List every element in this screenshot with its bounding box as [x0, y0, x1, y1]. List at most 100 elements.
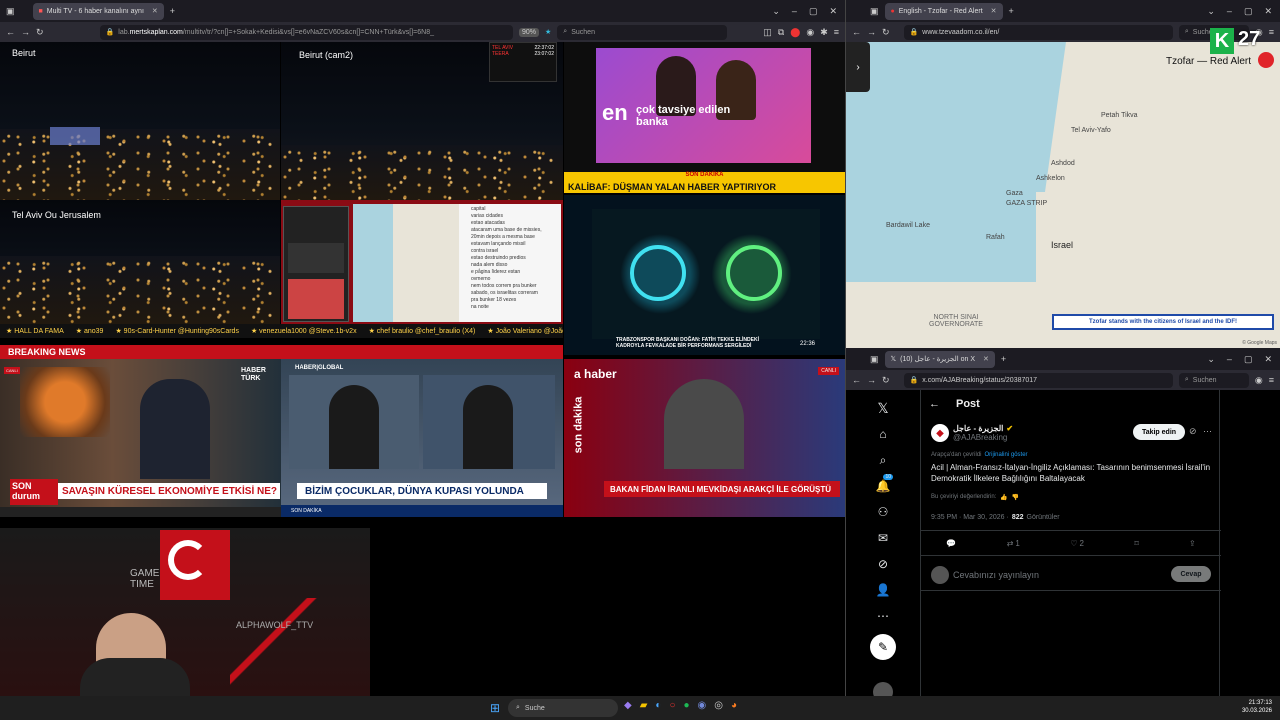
like-action[interactable]: ♡ 2 [1070, 539, 1084, 548]
account-name[interactable]: الجزيرة - عاجل [953, 424, 1003, 433]
thumbs-down-icon[interactable]: 👎 [1012, 494, 1019, 501]
new-tab-icon[interactable]: + [170, 6, 175, 16]
close-tab-icon[interactable]: ✕ [152, 7, 158, 15]
minimize-icon[interactable]: – [792, 6, 797, 17]
account-icon[interactable]: ◉ [1255, 375, 1263, 386]
sidebar-toggle-icon[interactable]: › [846, 42, 870, 92]
close-tab-icon[interactable]: ✕ [991, 7, 997, 15]
tile-tel-aviv[interactable]: Tel Aviv Ou Jerusalem [0, 200, 280, 324]
zoom-badge[interactable]: 90% [519, 27, 540, 37]
compose-post-icon[interactable]: ✎ [870, 634, 896, 660]
menu-icon[interactable]: ≡ [1269, 27, 1274, 37]
tab-overflow-icon[interactable]: ⌄ [1207, 354, 1215, 365]
taskbar-search[interactable]: ⌕ Suche [508, 699, 618, 717]
reply-button[interactable]: Cevap [1171, 566, 1211, 582]
live-badge: CANLI [4, 367, 20, 374]
back-icon[interactable]: ← [852, 375, 861, 385]
puzzle-icon[interactable]: ✱ [820, 27, 828, 38]
tile-stream-chat[interactable]: capital varias cidades estao atacadas ataca… [281, 200, 563, 324]
tab-x[interactable]: 𝕏 (10) الجزيرة - عاجل on X ✕ [884, 350, 995, 368]
reload-icon[interactable]: ↻ [882, 27, 890, 38]
tile-ahaber[interactable]: a haber son dakika CANLI BAKAN FİDAN İRA… [564, 359, 845, 517]
share-icon[interactable]: ⇪ [1189, 539, 1196, 548]
tab-overflow-icon[interactable]: ⌄ [1207, 6, 1215, 17]
search-box[interactable]: ⌕ Suchen [557, 24, 728, 40]
pocket-icon[interactable]: ◫ [763, 27, 772, 38]
address-bar[interactable]: 🔒 x.com/AJABreaking/status/20387017 [903, 372, 1173, 388]
forward-icon[interactable]: → [867, 27, 876, 37]
follow-icon[interactable]: ⚇ [873, 504, 893, 520]
address-bar[interactable]: 🔒 www.tzevaadom.co.il/en/ [903, 24, 1173, 40]
grok-icon[interactable]: ⊘ [873, 556, 893, 572]
new-tab-icon[interactable]: + [1001, 354, 1006, 364]
reload-icon[interactable]: ↻ [882, 375, 890, 386]
back-icon[interactable]: ← [6, 27, 15, 37]
maximize-icon[interactable]: ▢ [1244, 354, 1253, 365]
close-window-icon[interactable]: ✕ [1264, 6, 1272, 17]
new-tab-icon[interactable]: + [1009, 6, 1014, 16]
discord-icon[interactable]: ◉ [698, 700, 707, 711]
post-timestamp[interactable]: 9:35 PM · Mar 30, 2026 · [931, 514, 1009, 521]
account-avatar[interactable]: ◆ [931, 424, 949, 442]
account-handle[interactable]: @AJABreaking [953, 433, 1013, 442]
spotify-icon[interactable]: ● [684, 700, 690, 711]
reload-icon[interactable]: ↻ [36, 27, 44, 38]
profile-icon[interactable]: 👤 [873, 582, 893, 598]
close-tab-icon[interactable]: ✕ [983, 355, 989, 363]
adblock-icon[interactable]: ⬤ [790, 27, 800, 38]
forward-icon[interactable]: → [867, 375, 876, 385]
more-icon[interactable]: ⋯ [873, 608, 893, 624]
file-explorer-icon[interactable]: ▰ [640, 700, 648, 711]
search-box[interactable]: ⌕ Suchen [1178, 372, 1249, 388]
back-icon[interactable]: ← [852, 27, 861, 37]
alert-map[interactable]: › K 27 Tzofar — Red Alert Tel Aviv-Yafo … [846, 28, 1280, 348]
obs-icon[interactable]: ◎ [714, 700, 723, 711]
tile-bank-ad[interactable]: en çok tavsiye edilen banka [564, 42, 845, 172]
reply-icon[interactable]: 💬 [946, 539, 956, 548]
menu-icon[interactable]: ≡ [834, 27, 839, 37]
tab-list-icon[interactable]: ▣ [870, 6, 879, 17]
bookmark-icon[interactable]: ⌑ [1134, 539, 1138, 548]
forward-icon[interactable]: → [21, 27, 30, 37]
tile-haberturk[interactable]: HABER TÜRK CANLI SON durum SAVAŞIN KÜRES… [0, 359, 281, 517]
more-options-icon[interactable]: ⋯ [1203, 426, 1212, 437]
notifications-icon[interactable]: 🔔 10 [873, 474, 893, 494]
reply-input[interactable]: Cevabınızı yayınlayın [953, 570, 1039, 580]
tab-tzofar[interactable]: ● English - Tzofar - Red Alert ✕ [884, 2, 1003, 20]
tile-haberglobal[interactable]: HABER|GLOBAL BİZİM ÇOCUKLAR, DÜNYA KUPAS… [281, 359, 563, 517]
minimize-icon[interactable]: – [1227, 354, 1232, 365]
tab-list-icon[interactable]: ▣ [870, 354, 879, 365]
bookmark-star-icon[interactable]: ★ [545, 28, 551, 36]
account-icon[interactable]: ◉ [806, 27, 814, 38]
tile-beirut-cam2[interactable]: Beirut (cam2) TEL AVIV 22:37:02 TEERA 23:0… [281, 42, 563, 200]
windows-start-icon[interactable]: ⊞ [490, 701, 500, 715]
follow-button[interactable]: Takip edin [1133, 424, 1185, 440]
teams-icon[interactable]: ◆ [624, 700, 632, 711]
extensions-icon[interactable]: ⧉ [778, 27, 784, 38]
x-logo-icon[interactable]: 𝕏 [873, 400, 893, 416]
close-window-icon[interactable]: ✕ [1264, 354, 1272, 365]
address-bar[interactable]: 🔒 lab. mertskaplan.com/multitv/tr/?cn[]=+… [99, 24, 513, 40]
tab-list-icon[interactable]: ▣ [6, 6, 15, 17]
tile-tech-ad[interactable]: TRABZONSPOR BAŞKANI DOĞAN: FATİH TEKKE E… [564, 195, 845, 355]
grok-action-icon[interactable]: ⊘ [1189, 426, 1197, 437]
menu-icon[interactable]: ≡ [1269, 375, 1274, 385]
firefox-icon[interactable]: ◕ [731, 700, 737, 711]
maximize-icon[interactable]: ▢ [1244, 6, 1253, 17]
show-original-link[interactable]: Orijinalini göster [985, 452, 1028, 458]
back-arrow-icon[interactable]: ← [929, 398, 940, 410]
clock[interactable]: 21:37:13 30.03.2026 [1242, 699, 1272, 715]
minimize-icon[interactable]: – [1227, 6, 1232, 17]
tab-multitv[interactable]: ■ Multi TV - 6 haber kanalını aynı ✕ [32, 2, 164, 20]
close-window-icon[interactable]: ✕ [829, 6, 837, 17]
home-icon[interactable]: ⌂ [873, 426, 893, 442]
repost-action[interactable]: ⇄ 1 [1007, 539, 1020, 548]
thumbs-up-icon[interactable]: 👍 [1000, 494, 1007, 501]
explore-icon[interactable]: ⌕ [873, 452, 893, 468]
tab-overflow-icon[interactable]: ⌄ [772, 6, 780, 17]
opera-icon[interactable]: ○ [669, 700, 675, 711]
tile-beirut[interactable]: Beirut [0, 42, 280, 200]
maximize-icon[interactable]: ▢ [809, 6, 818, 17]
edge-icon[interactable]: ◐ [655, 700, 661, 711]
messages-icon[interactable]: ✉ [873, 530, 893, 546]
